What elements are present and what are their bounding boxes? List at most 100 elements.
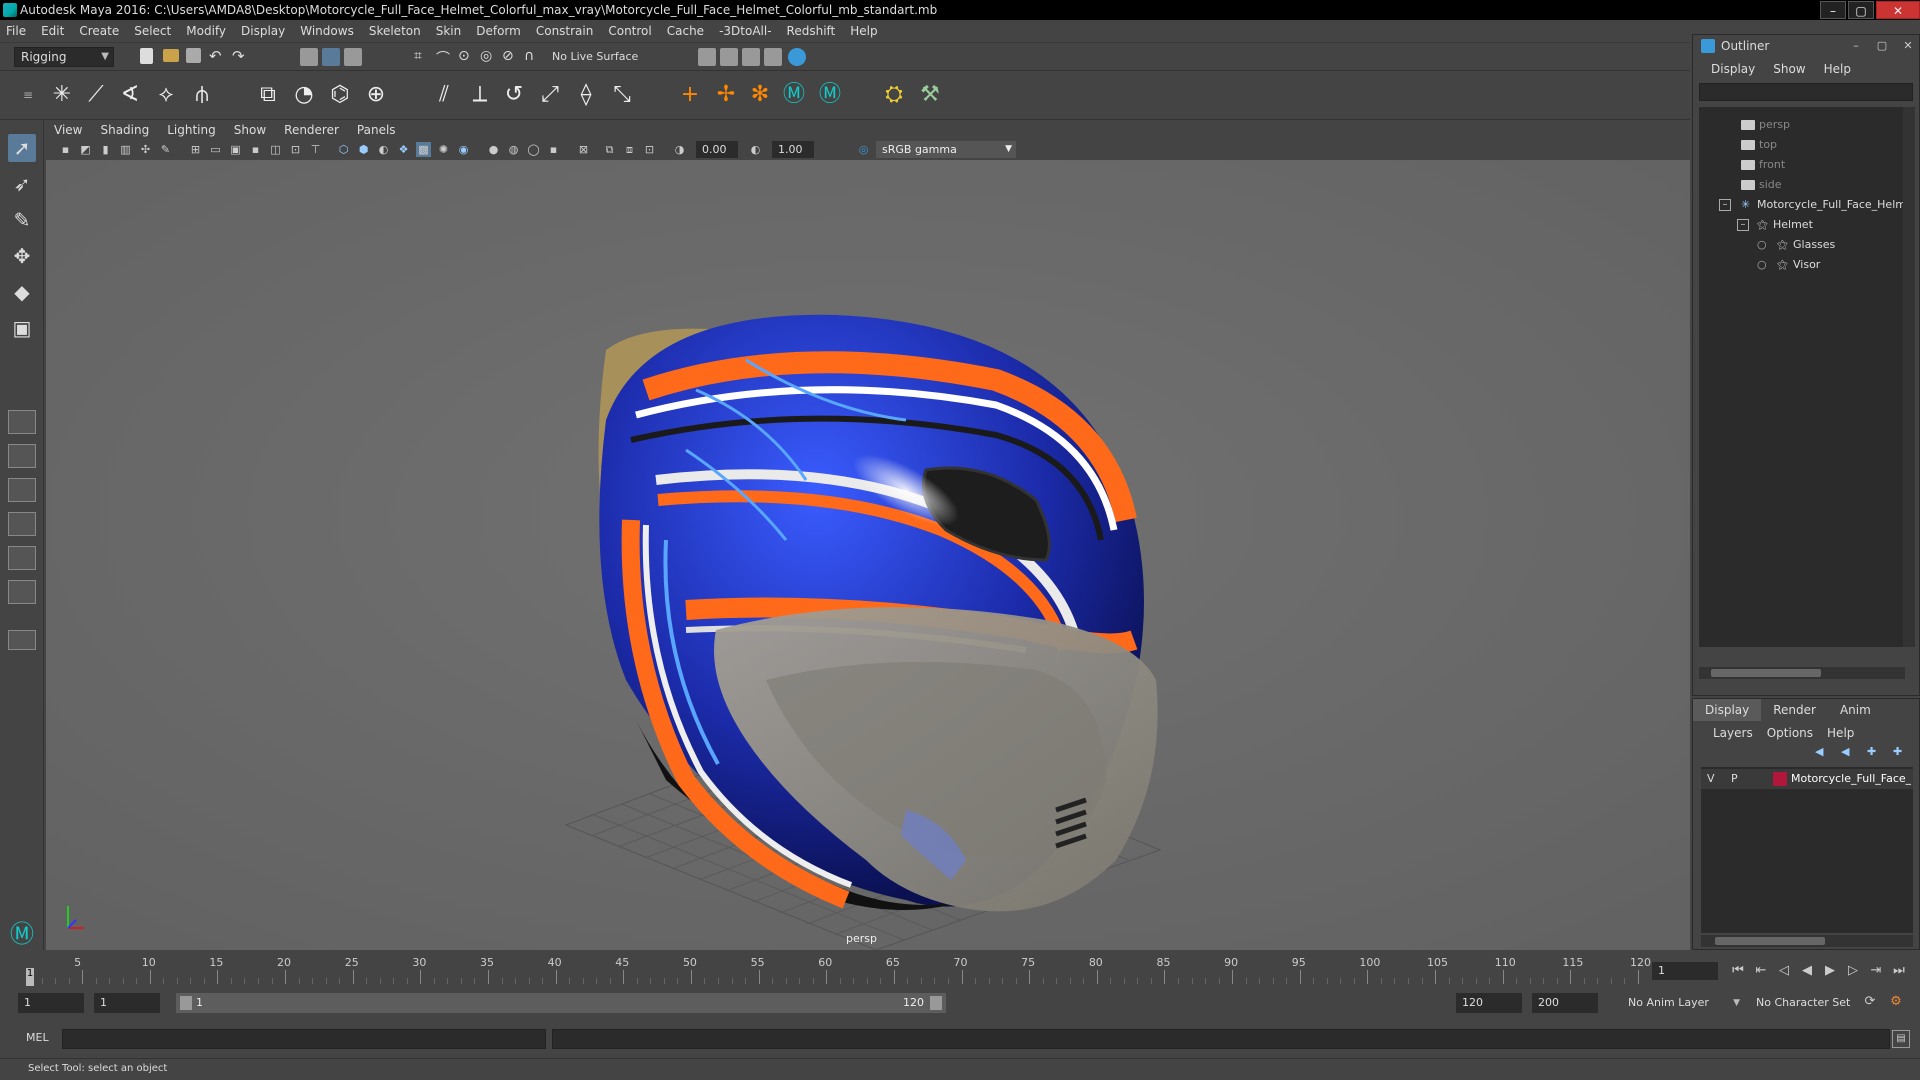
orient-constraint-icon[interactable]: ↺ — [500, 81, 528, 109]
move-layer-down-icon[interactable]: ◀ — [1841, 745, 1859, 759]
list-item[interactable]: side — [1699, 175, 1905, 195]
parent-constraint-icon[interactable]: ⫽ — [430, 81, 458, 109]
outliner-horizontal-scrollbar[interactable] — [1699, 667, 1905, 679]
collapse-icon[interactable]: – — [1737, 219, 1749, 231]
exposure-icon[interactable]: ◑ — [672, 142, 687, 157]
camera-icon[interactable]: ▪ — [58, 142, 73, 157]
scrollbar-thumb[interactable] — [1715, 937, 1825, 945]
list-item[interactable]: ○ ⚝ Visor — [1699, 255, 1905, 275]
grid-icon[interactable]: ⊞ — [188, 142, 203, 157]
menu-deform[interactable]: Deform — [476, 24, 521, 38]
perspective-viewport[interactable]: persp — [46, 160, 1690, 950]
motion-blur-icon[interactable]: ● — [486, 142, 501, 157]
four-view-layout-button[interactable] — [8, 444, 36, 468]
isolate-select-icon[interactable]: ▪ — [546, 142, 561, 157]
insert-joint-icon[interactable]: ⟡ — [152, 81, 180, 109]
layer-row[interactable]: V P Motorcycle_Full_Face_Helmet_Colorful — [1701, 769, 1913, 789]
gamma-icon[interactable]: ◐ — [748, 142, 763, 157]
field-chart-icon[interactable]: ◫ — [268, 142, 283, 157]
tab-anim[interactable]: Anim — [1828, 699, 1883, 721]
gate-mask-icon[interactable]: ▪ — [248, 142, 263, 157]
camera-attributes-icon[interactable]: ◩ — [78, 142, 93, 157]
paint-weights-icon[interactable]: ◔ — [290, 81, 318, 109]
screen-space-ao-icon[interactable]: ◉ — [456, 142, 471, 157]
save-scene-icon[interactable] — [186, 48, 201, 63]
shadows-icon[interactable]: ✺ — [436, 142, 451, 157]
layer-menu-layers[interactable]: Layers — [1713, 726, 1753, 740]
snap-curve-icon[interactable]: ⌒ — [436, 48, 454, 67]
outliner-menu-display[interactable]: Display — [1711, 62, 1755, 76]
list-item[interactable]: persp — [1699, 115, 1905, 135]
xray-components-icon[interactable]: ⧈ — [622, 142, 637, 157]
play-backwards-icon[interactable]: ◀ — [1797, 962, 1817, 980]
close-button[interactable]: ✕ — [1876, 1, 1920, 19]
menu-redshift[interactable]: Redshift — [787, 24, 836, 38]
menu-create[interactable]: Create — [79, 24, 119, 38]
magnet-icon[interactable]: ∩ — [524, 48, 542, 66]
sculpt-icon[interactable]: ⚒ — [916, 81, 944, 109]
outliner-menu-help[interactable]: Help — [1824, 62, 1851, 76]
list-item[interactable]: – ⚝ Helmet — [1699, 215, 1905, 235]
step-back-frame-icon[interactable]: ◁ — [1774, 962, 1794, 980]
cluster-icon[interactable]: ⊕ — [362, 81, 390, 109]
menu-skeleton[interactable]: Skeleton — [369, 24, 421, 38]
view-transform-dropdown[interactable]: sRGB gamma ▼ — [876, 141, 1016, 158]
2d-pan-icon[interactable]: ✣ — [138, 142, 153, 157]
snap-view-plane-icon[interactable]: ◎ — [480, 48, 498, 66]
menu-help[interactable]: Help — [850, 24, 877, 38]
menu-constrain[interactable]: Constrain — [536, 24, 594, 38]
go-to-end-icon[interactable]: ⏭ — [1889, 962, 1909, 980]
select-by-hierarchy-icon[interactable] — [300, 48, 318, 66]
layer-visibility-toggle[interactable]: V — [1707, 769, 1715, 789]
xray-icon[interactable]: ⊠ — [576, 142, 591, 157]
tab-render[interactable]: Render — [1761, 699, 1828, 721]
tab-display[interactable]: Display — [1693, 699, 1762, 721]
outliner-minimize-button[interactable]: – — [1845, 38, 1867, 54]
mel-command-input[interactable] — [62, 1029, 546, 1049]
lattice-icon[interactable]: ⌬ — [326, 81, 354, 109]
step-forward-frame-icon[interactable]: ▷ — [1843, 962, 1863, 980]
layer-color-swatch[interactable] — [1773, 772, 1787, 786]
script-editor-button[interactable]: ▤ — [1892, 1030, 1910, 1048]
maximize-button[interactable]: ▢ — [1848, 1, 1874, 19]
go-to-start-icon[interactable]: ⏮ — [1728, 962, 1748, 980]
time-slider[interactable]: 5 10 15 20 25 30 35 40 45 50 55 60 65 70 75 80 85 90 95 100… — [20, 952, 1651, 986]
joint-orient-icon[interactable]: ✻ — [746, 81, 774, 109]
layer-playback-toggle[interactable]: P — [1731, 769, 1738, 789]
depth-of-field-icon[interactable]: ◯ — [526, 142, 541, 157]
snap-grid-icon[interactable]: ⌗ — [414, 48, 432, 66]
play-forwards-icon[interactable]: ▶ — [1820, 962, 1840, 980]
resolution-gate-icon[interactable]: ▣ — [228, 142, 243, 157]
list-item[interactable]: front — [1699, 155, 1905, 175]
single-perspective-layout-button[interactable] — [8, 410, 36, 434]
script-language-toggle[interactable]: MEL — [26, 1031, 49, 1044]
menu-select[interactable]: Select — [134, 24, 171, 38]
paint-select-icon[interactable]: ✎ — [8, 206, 36, 234]
xray-joints-icon[interactable]: ⧉ — [602, 142, 617, 157]
minimize-button[interactable]: – — [1820, 1, 1846, 19]
shelf-menu-icon[interactable]: ≡ — [14, 81, 42, 109]
menu-3dtoall[interactable]: -3DtoAll- — [719, 24, 771, 38]
list-item[interactable]: – ✳ Motorcycle_Full_Face_Helmet_Colorful — [1699, 195, 1905, 215]
scale-constraint-icon[interactable]: ⤢ — [536, 81, 564, 109]
menu-edit[interactable]: Edit — [41, 24, 64, 38]
outliner-menu-show[interactable]: Show — [1773, 62, 1805, 76]
lasso-tool-icon[interactable]: ➶ — [8, 170, 36, 198]
live-surface-field[interactable]: No Live Surface — [552, 48, 662, 66]
aim-constraint-icon[interactable]: ⟠ — [572, 81, 600, 109]
outliner-search-input[interactable] — [1699, 83, 1913, 101]
film-gate-icon[interactable]: ▭ — [208, 142, 223, 157]
new-empty-layer-icon[interactable]: ✚ — [1867, 745, 1885, 759]
character-controls-icon[interactable]: Ⓜ — [816, 81, 844, 109]
safe-title-icon[interactable]: ⊤ — [308, 142, 323, 157]
exposure-field[interactable]: 0.00 — [696, 141, 738, 158]
persp-graph-layout-button[interactable] — [8, 512, 36, 536]
playback-range-slider[interactable]: 1 120 — [176, 993, 946, 1013]
layer-menu-options[interactable]: Options — [1767, 726, 1813, 740]
anim-layer-dropdown[interactable]: No Anim Layer ▼ — [1622, 993, 1744, 1013]
menu-file[interactable]: File — [6, 24, 26, 38]
playback-start-field[interactable]: 1 — [94, 993, 160, 1013]
auto-key-icon[interactable]: ⟳ — [1860, 993, 1880, 1011]
hypershade-icon[interactable] — [788, 48, 806, 66]
range-end-handle[interactable] — [930, 996, 942, 1010]
